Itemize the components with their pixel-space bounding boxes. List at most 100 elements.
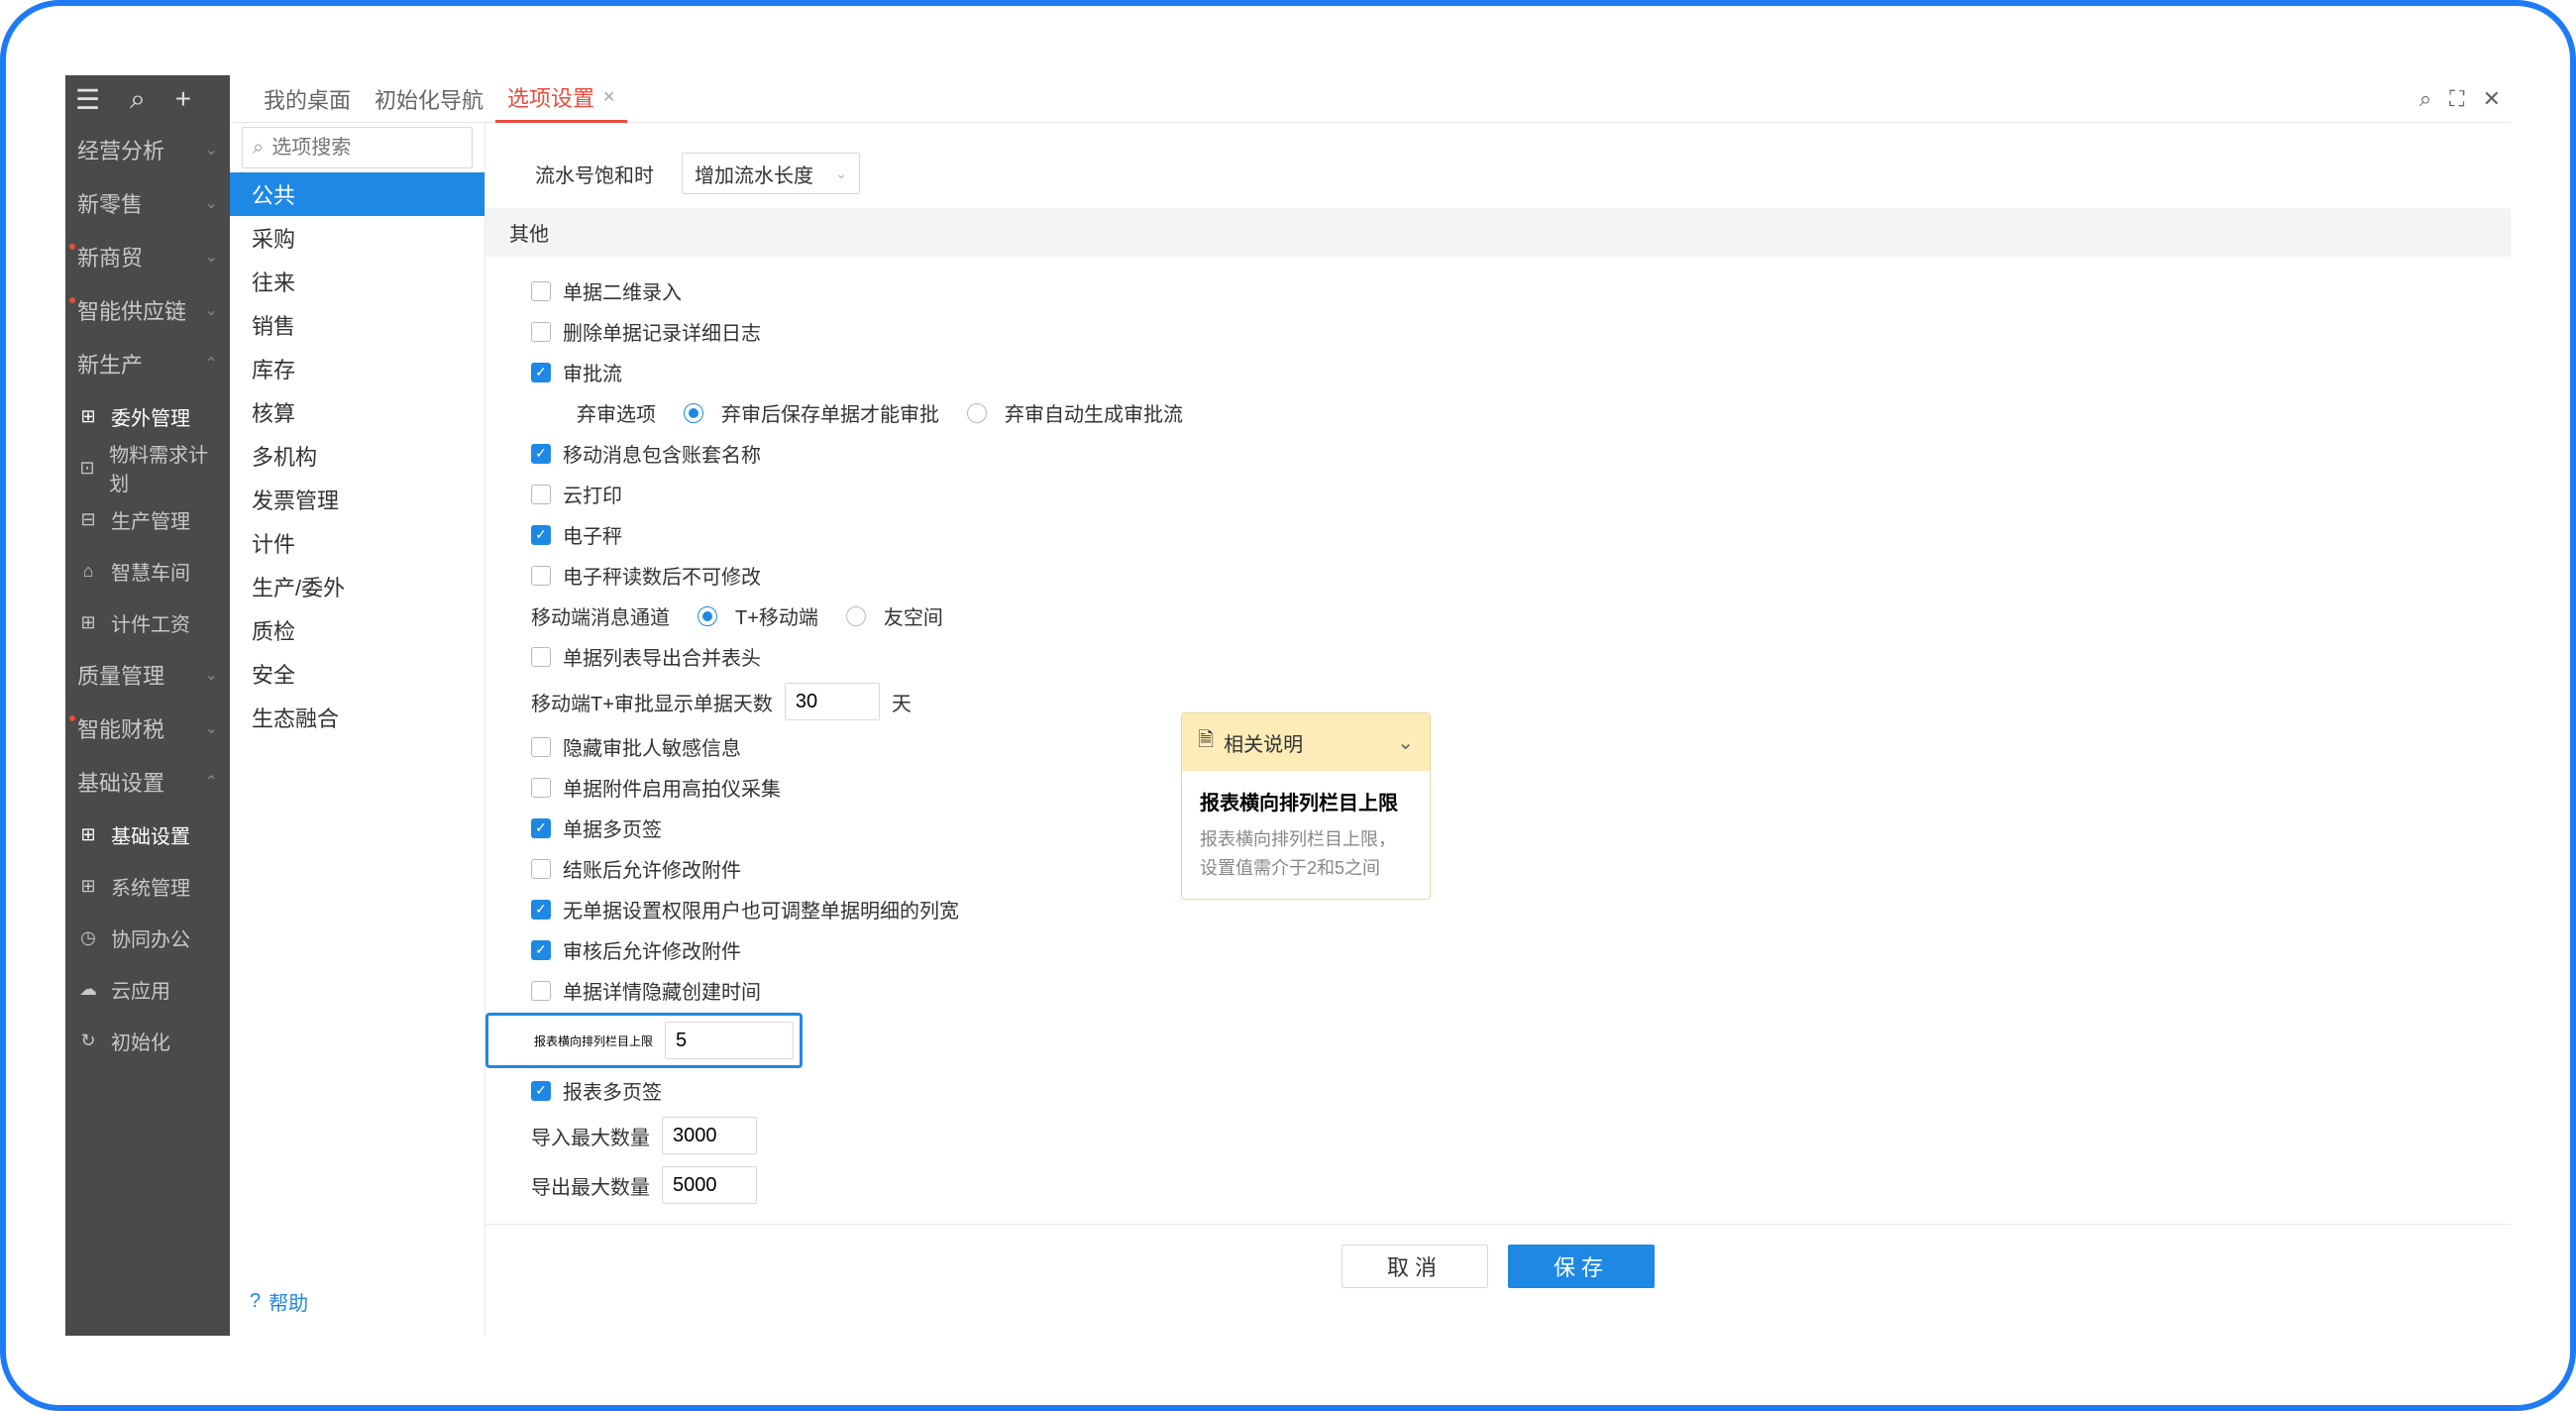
sidebar-subitem-prodmgmt[interactable]: ⊟生产管理 [65,493,230,545]
second-nav-qc[interactable]: 质检 [230,608,484,652]
add-icon[interactable]: + [175,83,191,115]
second-nav-eco[interactable]: 生态融合 [230,696,484,739]
sidebar-item-label: 基础设置 [77,766,164,798]
sidebar-subitem-piecework[interactable]: ⊞计件工资 [65,597,230,648]
sidebar-subitem-collab[interactable]: ◷协同办公 [65,912,230,963]
search-box[interactable]: ⌕ [242,127,473,168]
mrp-icon: ⊡ [77,457,97,479]
search-icon[interactable]: ⌕ [2419,86,2431,112]
tooltip-text: 报表横向排列栏目上限，设置值需介于2和5之间 [1200,825,1412,883]
checkbox-cloudprint[interactable] [531,485,551,504]
chevron-down-icon: ⌄ [205,718,218,738]
checkbox-hide-createtime[interactable] [531,981,551,1001]
radio-abandon-option-2[interactable] [967,403,987,423]
option-label: 报表多页签 [563,1076,662,1105]
help-link[interactable]: ?帮助 [230,1267,484,1336]
option-label: 移动端T+审批显示单据天数 [531,688,773,716]
chevron-down-icon: ⌄ [205,193,218,213]
import-max-input[interactable] [662,1117,757,1154]
second-nav-purchase[interactable]: 采购 [230,216,484,260]
sidebar-subitem-init[interactable]: ↻初始化 [65,1015,230,1066]
radio-channel-youspace[interactable] [846,606,866,626]
sysmgmt-icon: ⊞ [77,875,99,897]
save-button[interactable]: 保存 [1508,1245,1655,1288]
export-max-input[interactable] [662,1166,757,1204]
sidebar-subitem-cloud[interactable]: ☁云应用 [65,963,230,1015]
workshop-icon: ⌂ [77,560,99,582]
second-nav-accounting[interactable]: 核算 [230,390,484,434]
sidebar-item-tax[interactable]: 智能财税⌄ [65,702,230,755]
chevron-down-icon: ⌄ [205,300,218,320]
sidebar-subitem-mrp[interactable]: ⊡物料需求计划 [65,442,230,493]
menu-toggle-icon[interactable]: ☰ [75,83,100,116]
serial-saturated-select[interactable]: 增加流水长度 ⌄ [682,153,860,194]
second-nav-ar[interactable]: 往来 [230,260,484,303]
second-nav-inventory[interactable]: 库存 [230,347,484,390]
sidebar-item-supply[interactable]: 智能供应链⌄ [65,283,230,337]
sidebar-item-retail[interactable]: 新零售 ⌄ [65,176,230,230]
report-column-limit-input[interactable] [665,1022,794,1059]
second-nav-security[interactable]: 安全 [230,652,484,696]
tab-option-settings[interactable]: 选项设置✕ [495,75,627,123]
second-nav-invoice[interactable]: 发票管理 [230,478,484,521]
checkbox-export-mergeheader[interactable] [531,647,551,667]
fullscreen-icon[interactable]: ⛶ [2449,86,2464,112]
sidebar-item-analysis[interactable]: 经营分析⌄ [65,123,230,176]
sidebar-item-label: 新零售 [77,187,143,219]
checkbox-escale-readonly[interactable] [531,566,551,586]
checkbox-audited-attach[interactable]: ✓ [531,940,551,960]
checkbox-report-multitab[interactable]: ✓ [531,1081,551,1101]
second-nav-multiorg[interactable]: 多机构 [230,434,484,478]
option-label: 单据多页签 [563,814,662,842]
serial-saturated-label: 流水号饱和时 [535,160,654,188]
checkbox-approval[interactable]: ✓ [531,363,551,382]
radio-label: 友空间 [884,601,943,630]
second-nav-prodout[interactable]: 生产/委外 [230,565,484,608]
radio-abandon-option-1[interactable] [684,403,703,423]
checkbox-scanner[interactable] [531,778,551,798]
suffix-label: 天 [892,688,912,716]
checkbox-qrcode[interactable] [531,281,551,301]
close-icon[interactable]: ✕ [2483,86,2501,112]
sidebar-subitem-workshop[interactable]: ⌂智慧车间 [65,545,230,597]
second-nav-sales[interactable]: 销售 [230,303,484,347]
outsource-icon: ⊞ [77,405,99,427]
sidebar-item-label: 云应用 [111,975,170,1004]
option-label: 审批流 [563,358,622,386]
checkbox-escale[interactable]: ✓ [531,525,551,545]
cancel-button[interactable]: 取消 [1342,1245,1488,1288]
close-icon[interactable]: ✕ [602,87,615,107]
option-label: 审核后允许修改附件 [563,935,741,964]
sidebar-item-label: 初始化 [111,1027,170,1055]
checkbox-deletelog[interactable] [531,322,551,342]
checkbox-closed-attach[interactable] [531,859,551,879]
sidebar-subitem-basic[interactable]: ⊞基础设置 [65,809,230,860]
second-nav-piecework[interactable]: 计件 [230,521,484,565]
sidebar-subitem-outsource[interactable]: ⊞委外管理 [65,390,230,442]
checkbox-multitab[interactable]: ✓ [531,818,551,838]
checkbox-noperm-colwidth[interactable]: ✓ [531,900,551,920]
content-area: 流水号饱和时 增加流水长度 ⌄ 其他 单据二维录入 删除单据记录详细日志 ✓审批… [485,123,2511,1336]
option-label: 结账后允许修改附件 [563,854,741,883]
radio-channel-tplus[interactable] [698,606,717,626]
prodmgmt-icon: ⊟ [77,508,99,530]
option-label: 导出最大数量 [531,1171,650,1200]
option-label: 导入最大数量 [531,1122,650,1150]
second-nav-public[interactable]: 公共 [230,172,484,216]
mobile-approval-days-input[interactable] [785,683,880,720]
search-icon[interactable]: ⌕ [130,83,146,116]
chevron-down-icon: ⌄ [205,247,218,267]
sidebar-item-basic-settings[interactable]: 基础设置⌃ [65,755,230,809]
sidebar-item-label: 协同办公 [111,923,190,952]
sidebar-item-trade[interactable]: 新商贸⌄ [65,230,230,283]
main-sidebar: 经营分析⌄ 新零售 ⌄ 新商贸⌄ 智能供应链⌄ 新生产⌃ ⊞委外管理 ⊡物料需求计… [65,123,230,1336]
sidebar-subitem-sysmgmt[interactable]: ⊞系统管理 [65,860,230,912]
sidebar-item-quality[interactable]: 质量管理⌄ [65,648,230,702]
checkbox-mobile-accountname[interactable]: ✓ [531,444,551,464]
tab-my-desktop[interactable]: 我的桌面 [252,75,363,123]
chevron-down-icon[interactable]: ⌄ [1397,730,1414,755]
option-label: 单据详情隐藏创建时间 [563,976,761,1005]
tab-init-nav[interactable]: 初始化导航 [363,75,495,123]
sidebar-item-production[interactable]: 新生产⌃ [65,337,230,390]
checkbox-hide-approver[interactable] [531,737,551,757]
